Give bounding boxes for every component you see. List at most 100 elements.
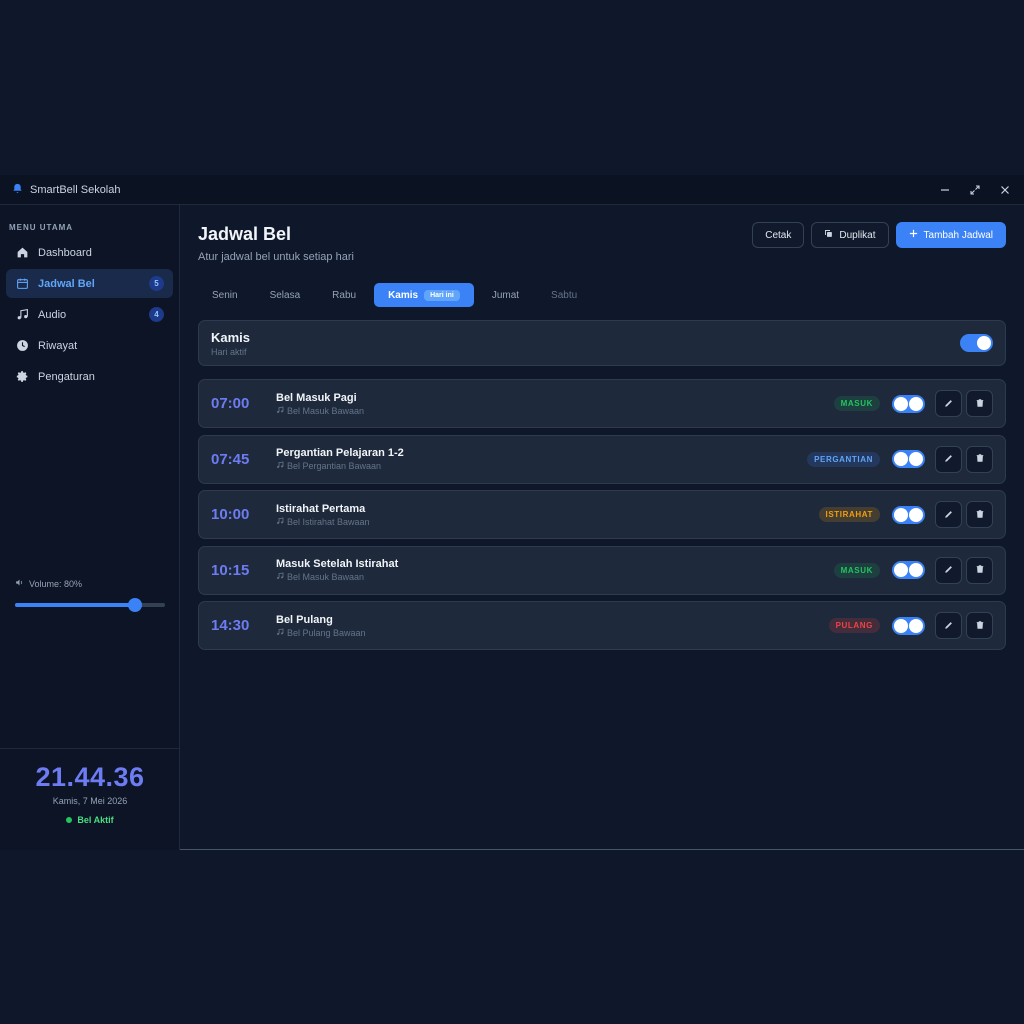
music-icon [15,308,29,322]
schedule-audio: Bel Pulang Bawaan [287,627,366,638]
pencil-icon [944,450,954,468]
music-icon [276,628,284,638]
gear-icon [15,370,29,384]
volume-label: Volume: 80% [29,578,83,589]
schedule-toggle[interactable] [892,616,925,635]
count-badge: 4 [149,307,164,322]
music-icon [276,406,284,416]
delete-button[interactable] [966,390,993,417]
add-schedule-button[interactable]: Tambah Jadwal [895,222,1006,248]
volume-slider-fill [15,603,135,607]
sidebar-item-jadwal-bel[interactable]: Jadwal Bel 5 [6,269,173,298]
tab-selasa[interactable]: Selasa [256,283,315,307]
trash-icon [975,617,985,635]
tab-kamis[interactable]: Kamis Hari ini [374,283,474,307]
pencil-icon [944,617,954,635]
tab-sabtu[interactable]: Sabtu [537,283,591,307]
schedule-row[interactable]: 07:45 Pergantian Pelajaran 1-2 Bel Perga… [198,434,1006,484]
delete-button[interactable] [966,501,993,528]
schedule-name: Bel Pulang [276,613,333,626]
tab-rabu[interactable]: Rabu [318,283,370,307]
schedule-audio: Bel Masuk Bawaan [287,405,365,416]
page-subtitle: Atur jadwal bel untuk setiap hari [198,251,354,263]
schedule-toggle[interactable] [892,505,925,524]
schedule-time: 07:00 [211,395,250,412]
print-button[interactable]: Cetak [752,222,805,248]
calendar-icon [15,277,29,291]
schedule-audio: Bel Masuk Bawaan [287,572,365,582]
schedule-time: 07:45 [211,450,250,468]
edit-button[interactable] [935,612,962,639]
schedule-row[interactable]: 10:00 Istirahat Pertama Bel Istirahat Ba… [198,490,1006,539]
music-icon [276,517,284,527]
tab-senin[interactable]: Senin [198,283,252,307]
close-button[interactable] [998,183,1012,197]
schedule-row[interactable]: 10:15 Masuk Setelah Istirahat Bel Masuk … [198,545,1006,595]
schedule-toggle[interactable] [892,394,925,413]
schedule-time: 14:30 [211,617,250,634]
delete-button[interactable] [966,445,993,473]
pencil-icon [944,561,954,579]
sidebar-item-pengaturan[interactable]: Pengaturan [6,362,173,391]
clock-icon [15,339,29,353]
pencil-icon [944,506,954,524]
minimize-button[interactable] [938,183,952,197]
schedule-type-badge: ISTIRAHAT [818,507,880,522]
clock-date: Kamis, 7 Mei 2026 [52,796,128,806]
edit-button[interactable] [935,501,962,528]
today-badge: Hari ini [424,289,460,301]
tab-jumat[interactable]: Jumat [478,283,533,307]
print-button-label: Cetak [765,229,792,241]
bell-status: Bel Aktif [0,815,180,825]
schedule-row[interactable]: 14:30 Bel Pulang Bel Pulang Bawaan PULAN… [198,601,1006,650]
schedule-list: 07:00 Bel Masuk Pagi Bel Masuk Bawaan MA… [198,379,1006,650]
volume-slider-thumb[interactable] [128,598,142,612]
action-bar: Cetak Duplikat Tambah Jadwal [752,222,1006,248]
schedule-type-badge: MASUK [833,396,880,411]
title-bar: SmartBell Sekolah [0,175,1024,205]
sidebar-item-label: Riwayat [38,339,78,352]
delete-button[interactable] [966,556,993,584]
volume-slider[interactable] [15,598,165,612]
duplicate-button-label: Duplikat [839,229,876,241]
schedule-type-badge: PERGANTIAN [807,451,880,467]
clock-panel: 21.44.36 Kamis, 7 Mei 2026 Bel Aktif [0,748,180,850]
app-window: SmartBell Sekolah MENU UTAMA Dashboard J… [0,175,1024,850]
edit-button[interactable] [935,390,962,417]
duplicate-button[interactable]: Duplikat [811,222,889,248]
bell-icon [12,181,23,199]
schedule-time: 10:00 [211,506,250,523]
edit-button[interactable] [935,556,962,584]
schedule-name: Masuk Setelah Istirahat [276,558,399,570]
schedule-type-badge: PULANG [828,618,880,633]
maximize-button[interactable] [968,183,982,197]
trash-icon [975,561,985,579]
trash-icon [975,450,985,468]
status-dot-icon [66,817,73,823]
sidebar-item-riwayat[interactable]: Riwayat [6,331,173,360]
day-tabs: Senin Selasa Rabu Kamis Hari ini Jumat S… [198,283,1006,307]
copy-icon [824,229,833,241]
sidebar-item-label: Dashboard [38,246,92,259]
schedule-toggle[interactable] [892,561,925,579]
home-icon [15,246,29,260]
schedule-toggle[interactable] [892,450,925,468]
music-icon [276,572,284,582]
count-badge: 5 [149,276,164,291]
day-active-toggle[interactable] [960,334,993,352]
sidebar-item-dashboard[interactable]: Dashboard [6,238,173,267]
clock-time: 21.44.36 [35,762,145,792]
speaker-icon [15,578,24,589]
day-status: Hari aktif [211,346,247,357]
schedule-name: Pergantian Pelajaran 1-2 [276,447,404,459]
sidebar: MENU UTAMA Dashboard Jadwal Bel 5 Audio … [0,205,180,850]
schedule-row[interactable]: 07:00 Bel Masuk Pagi Bel Masuk Bawaan MA… [198,379,1006,428]
schedule-type-badge: MASUK [833,562,880,578]
delete-button[interactable] [966,612,993,639]
edit-button[interactable] [935,445,962,473]
add-schedule-label: Tambah Jadwal [923,229,993,241]
schedule-audio: Bel Istirahat Bawaan [287,516,370,527]
schedule-name: Istirahat Pertama [276,502,366,515]
day-status-card: Kamis Hari aktif [198,320,1006,366]
sidebar-item-audio[interactable]: Audio 4 [6,300,173,329]
